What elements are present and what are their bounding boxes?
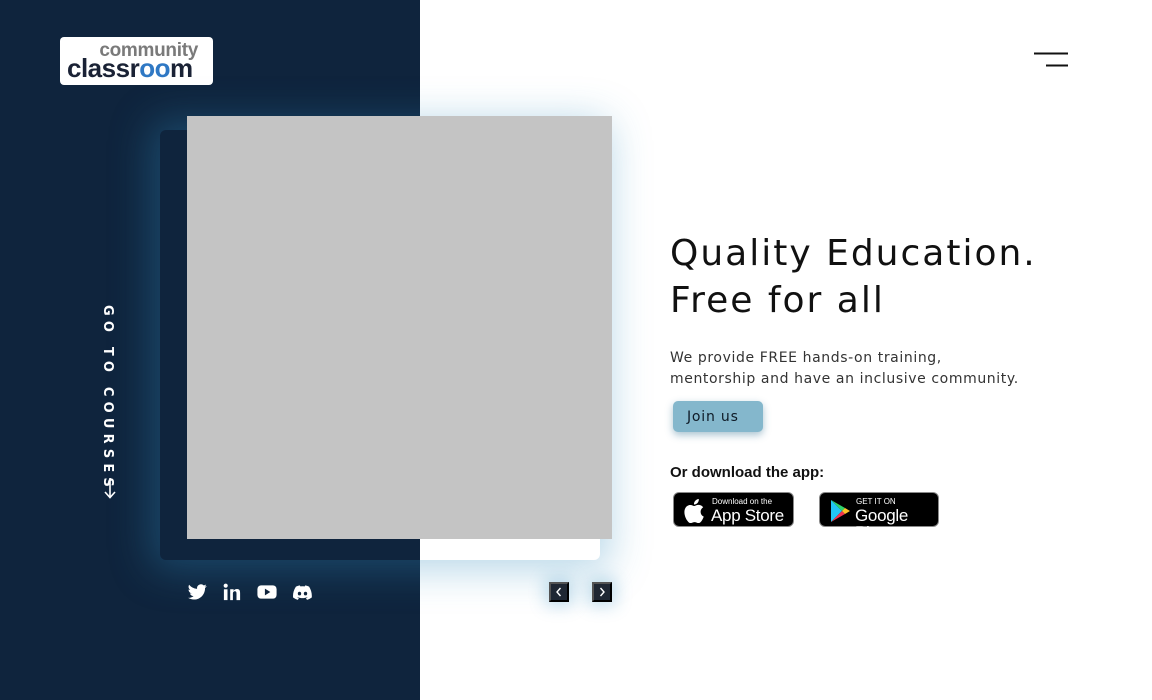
google-play-badge[interactable]: GET IT ON Google Play: [819, 492, 939, 541]
discord-icon[interactable]: [292, 582, 312, 602]
join-us-button[interactable]: Join us: [673, 401, 763, 432]
carousel-next-button[interactable]: [592, 582, 612, 602]
hero-headline: Quality Education. Free for all: [670, 230, 1037, 324]
headline-line-1: Quality Education.: [670, 233, 1037, 274]
hamburger-menu-icon[interactable]: [1033, 51, 1069, 69]
google-play-small-text: GET IT ON: [856, 497, 896, 506]
tagline-line-2: mentorship and have an inclusive communi…: [670, 371, 1019, 387]
go-to-courses-label: GO TO COURSES: [100, 305, 115, 493]
google-play-icon: [831, 500, 850, 522]
social-links: [187, 582, 312, 602]
carousel-prev-button[interactable]: [549, 582, 569, 602]
app-store-badge[interactable]: Download on the App Store: [673, 492, 794, 527]
hero-image-placeholder: [187, 116, 612, 539]
download-app-label: Or download the app:: [670, 464, 825, 481]
app-store-small-text: Download on the: [712, 497, 773, 506]
landing-page: community classroom GO TO COURSES Qualit…: [0, 0, 1152, 700]
google-play-big-text: Google Play: [855, 506, 909, 542]
youtube-icon[interactable]: [257, 582, 277, 602]
tagline-line-1: We provide FREE hands-on training,: [670, 350, 942, 366]
linkedin-icon[interactable]: [222, 582, 242, 602]
headline-line-2: Free for all: [670, 280, 885, 321]
apple-icon: [684, 499, 704, 523]
hero-tagline: We provide FREE hands-on training, mento…: [670, 348, 1050, 390]
chevron-right-icon: [599, 587, 605, 597]
chevron-left-icon: [556, 587, 562, 597]
go-to-courses-link[interactable]: GO TO COURSES: [100, 305, 122, 499]
logo[interactable]: community classroom: [60, 37, 213, 85]
arrow-down-icon: [104, 478, 116, 499]
app-store-big-text: App Store: [711, 506, 784, 525]
logo-classroom-text: classroom: [67, 53, 193, 83]
twitter-icon[interactable]: [187, 582, 207, 602]
